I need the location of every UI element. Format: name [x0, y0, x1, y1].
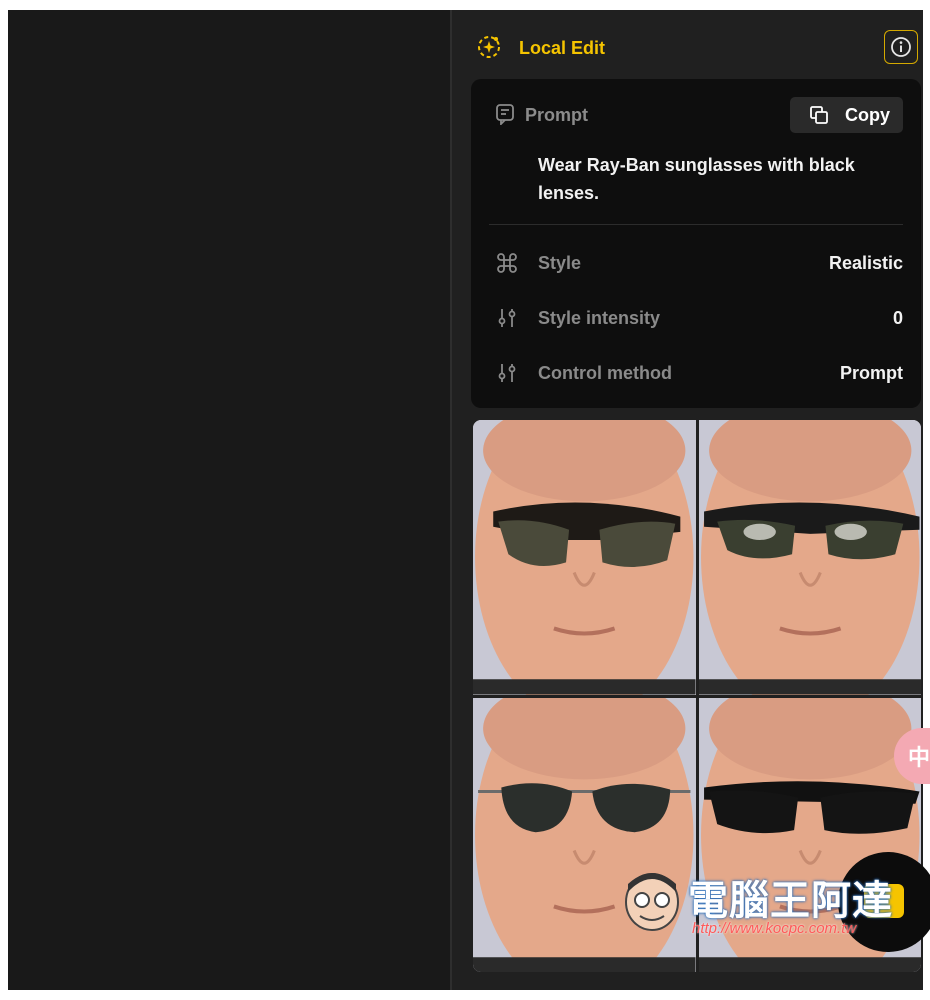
info-icon — [891, 37, 911, 57]
info-button[interactable] — [884, 30, 918, 64]
face-portrait-image — [698, 420, 921, 695]
result-image-2[interactable] — [698, 420, 921, 695]
detail-row-style-intensity: Style intensity 0 — [495, 305, 903, 331]
copy-icon — [810, 106, 828, 124]
prompt-label: Prompt — [525, 105, 588, 125]
panel-header: Local Edit — [452, 28, 923, 68]
copy-label: Copy — [845, 105, 890, 125]
card-divider — [489, 224, 903, 225]
detail-row-control-method: Control method Prompt — [495, 360, 903, 386]
result-image-1[interactable] — [473, 420, 696, 695]
floating-action-button[interactable] — [838, 852, 930, 952]
detail-value: 0 — [892, 308, 903, 328]
detail-value: Realistic — [828, 253, 903, 273]
detail-label: Style intensity — [538, 308, 661, 328]
copy-button[interactable]: Copy — [790, 97, 903, 133]
prompt-card: Prompt Copy Wear Ray-Ban sunglasses with… — [471, 79, 921, 408]
detail-label: Control method — [538, 363, 672, 383]
chat-icon — [864, 884, 904, 918]
app-window: Local Edit Prompt Copy Wear Ray-Ban sung… — [8, 10, 923, 990]
detail-label: Style — [538, 253, 582, 273]
face-portrait-image — [473, 697, 696, 972]
canvas-area — [8, 10, 450, 990]
local-edit-panel: Local Edit Prompt Copy Wear Ray-Ban sung… — [452, 10, 923, 990]
language-toggle-label: 中 — [908, 745, 930, 770]
result-image-3[interactable] — [473, 697, 696, 972]
prompt-icon — [496, 104, 514, 125]
prompt-text: Wear Ray-Ban sunglasses with black lense… — [538, 155, 855, 203]
panel-title: Local Edit — [519, 38, 606, 58]
detail-value: Prompt — [840, 363, 903, 383]
sparkle-icon — [478, 36, 500, 58]
face-portrait-image — [473, 420, 696, 695]
sliders-icon — [498, 364, 516, 382]
style-grid-icon — [497, 253, 517, 273]
detail-row-style: Style Realistic — [495, 250, 903, 276]
sliders-icon — [498, 309, 516, 327]
